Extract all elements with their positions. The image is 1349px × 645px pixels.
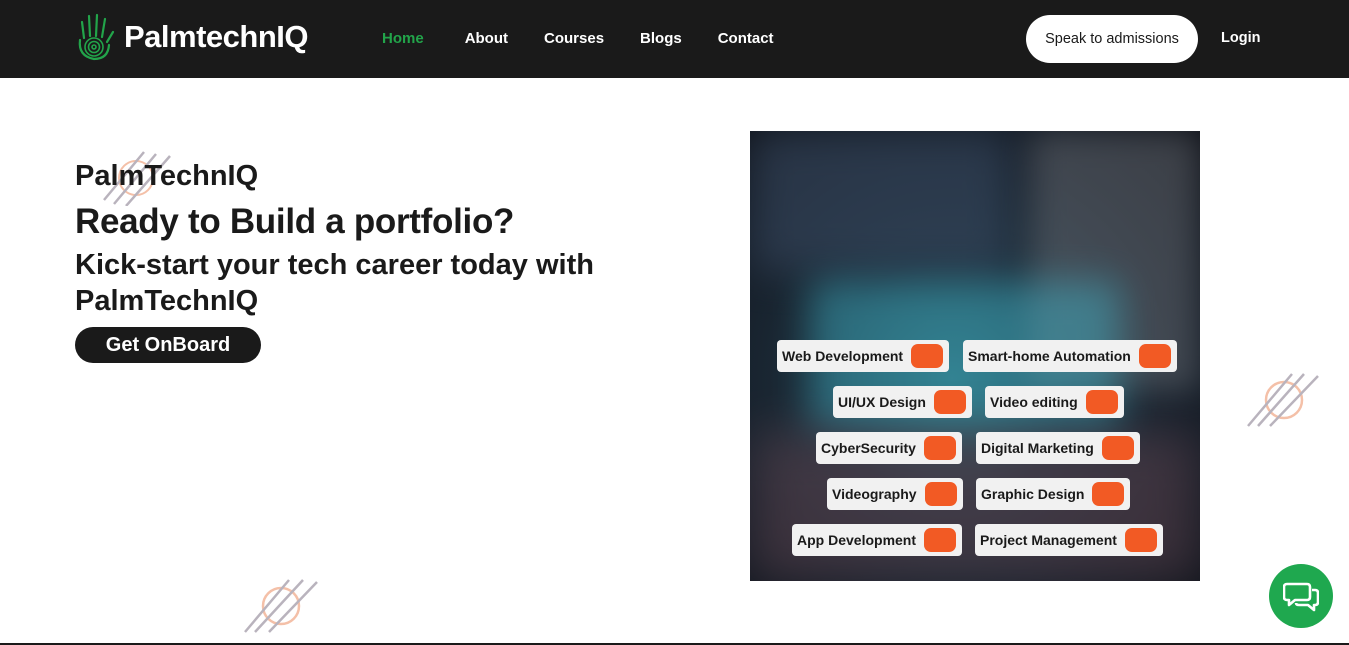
chat-button[interactable] bbox=[1269, 564, 1333, 628]
hero-headline: Ready to Build a portfolio? bbox=[75, 202, 515, 241]
chat-bubble-icon bbox=[1283, 582, 1319, 612]
get-onboard-button[interactable]: Get OnBoard bbox=[75, 327, 261, 363]
login-link[interactable]: Login bbox=[1221, 30, 1260, 46]
course-tag-graphic-design[interactable]: Graphic Design bbox=[976, 478, 1131, 510]
speak-to-admissions-button[interactable]: Speak to admissions bbox=[1026, 15, 1198, 63]
hero-image: Web Development Smart-home Automation UI… bbox=[750, 131, 1200, 581]
site-header: PalmtechnIQ Home About Courses Blogs Con… bbox=[0, 0, 1349, 78]
main-nav: Home About Courses Blogs Contact bbox=[382, 30, 774, 47]
nav-home[interactable]: Home bbox=[382, 30, 424, 47]
hero-subline: Kick-start your tech career today with P… bbox=[75, 249, 594, 317]
course-tag-project-management[interactable]: Project Management bbox=[975, 524, 1163, 556]
palm-hand-icon bbox=[78, 13, 115, 61]
nav-about[interactable]: About bbox=[465, 30, 508, 47]
course-tag-smart-home-automation[interactable]: Smart-home Automation bbox=[963, 340, 1177, 372]
course-tag-video-editing[interactable]: Video editing bbox=[985, 386, 1124, 418]
decorative-circle-icon bbox=[244, 579, 318, 633]
course-tag-digital-marketing[interactable]: Digital Marketing bbox=[976, 432, 1140, 464]
course-tag-app-development[interactable]: App Development bbox=[792, 524, 963, 556]
course-tag-ui-ux-design[interactable]: UI/UX Design bbox=[833, 386, 972, 418]
logo-text: PalmtechnIQ bbox=[124, 19, 309, 54]
nav-blogs[interactable]: Blogs bbox=[640, 30, 682, 47]
logo[interactable]: PalmtechnIQ bbox=[74, 12, 309, 62]
course-tag-videography[interactable]: Videography bbox=[827, 478, 963, 510]
course-tag-web-development[interactable]: Web Development bbox=[777, 340, 950, 372]
course-tag-cybersecurity[interactable]: CyberSecurity bbox=[816, 432, 962, 464]
decorative-circle-icon bbox=[1247, 373, 1319, 427]
hero-brand: PalmTechnIQ bbox=[75, 160, 259, 192]
nav-contact[interactable]: Contact bbox=[718, 30, 774, 47]
nav-courses[interactable]: Courses bbox=[544, 30, 604, 47]
